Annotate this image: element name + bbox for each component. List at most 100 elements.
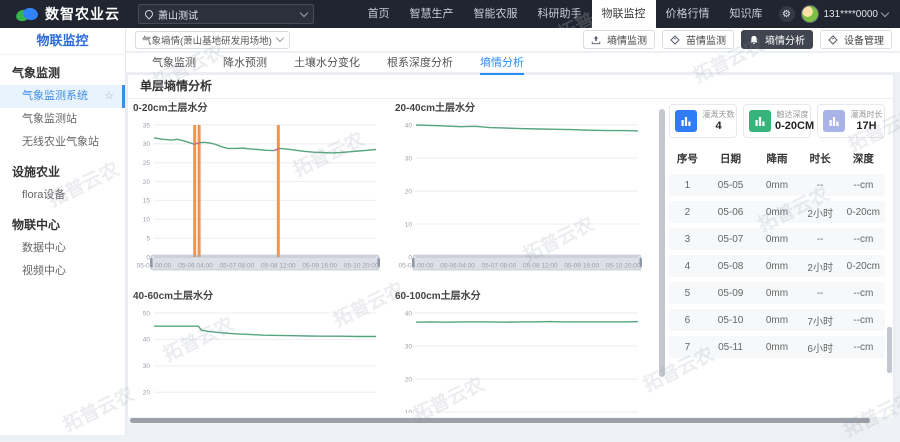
svg-text:10: 10: [405, 409, 413, 413]
stat-label: 触达深度: [775, 110, 810, 120]
table-row[interactable]: 405-080mm2小时0-20cm: [669, 255, 885, 277]
stat-label: 灌溉天数: [701, 110, 736, 120]
avatar[interactable]: [801, 5, 819, 23]
bar-chart-icon: [675, 110, 697, 132]
svg-text:15: 15: [143, 198, 151, 205]
content-panel: 单层墒情分析 0-20cm土层水分0510152025303505-05 00:…: [128, 75, 893, 417]
toolbar-button-label: 墒情分析: [765, 32, 805, 47]
horizontal-scrollbar[interactable]: [128, 417, 893, 424]
tab[interactable]: 根系深度分析: [387, 54, 453, 73]
svg-text:40: 40: [405, 310, 413, 317]
sidebar-item[interactable]: flora设备: [0, 184, 125, 207]
table-cell: 7: [669, 342, 706, 353]
nav-item[interactable]: 科研助手: [528, 0, 592, 28]
sidebar-section-header[interactable]: 气象监测: [0, 55, 125, 85]
tab[interactable]: 土壤水分变化: [294, 54, 360, 73]
irrigation-table: 序号日期降雨时长深度 105-050mm----cm 205-060mm2小时0-…: [669, 147, 885, 358]
table-cell: 1: [669, 180, 706, 191]
table-cell: 3: [669, 234, 706, 245]
svg-text:5: 5: [146, 235, 150, 242]
table-row[interactable]: 305-070mm----cm: [669, 228, 885, 250]
nav-item[interactable]: 智能农服: [464, 0, 528, 28]
app-logo: 数智农业云: [16, 4, 120, 24]
svg-text:05-09 16:00: 05-09 16:00: [302, 263, 337, 270]
sidebar-item[interactable]: 气象监测系统☆: [0, 85, 125, 108]
svg-text:05-08 12:00: 05-08 12:00: [261, 263, 296, 270]
device-select[interactable]: 气象墒情(萧山基地研发用场地): [135, 31, 290, 49]
table-cell: 05-07: [706, 234, 756, 245]
toolbar-button[interactable]: 墒情分析: [741, 30, 813, 49]
table-cell: 0mm: [755, 180, 798, 191]
table-cell: 0mm: [755, 234, 798, 245]
table-cell: --cm: [842, 342, 885, 353]
table-header-cell: 日期: [706, 151, 756, 166]
nav-item[interactable]: 首页: [358, 0, 400, 28]
sidebar-section-header[interactable]: 设施农业: [0, 154, 125, 184]
table-row[interactable]: 205-060mm2小时0-20cm: [669, 201, 885, 223]
chart-60-100cm[interactable]: 60-100cm土层水分01020304005-05 00:0005-06 04…: [390, 287, 652, 413]
table-cell: 05-09: [706, 288, 756, 299]
svg-text:40: 40: [143, 337, 151, 344]
tab[interactable]: 墒情分析: [480, 54, 524, 75]
nav-item[interactable]: 知识库: [720, 0, 773, 28]
svg-text:40-60cm土层水分: 40-60cm土层水分: [133, 289, 213, 302]
svg-text:05-07 08:00: 05-07 08:00: [220, 263, 255, 270]
table-header-row: 序号日期降雨时长深度: [669, 147, 885, 169]
sidebar-item[interactable]: 视频中心: [0, 260, 125, 283]
chart-0-20cm[interactable]: 0-20cm土层水分0510152025303505-05 00:0005-06…: [128, 99, 390, 287]
sidebar-item[interactable]: 无线农业气象站: [0, 131, 125, 154]
tab[interactable]: 气象监测: [152, 54, 196, 73]
nav-item[interactable]: 价格行情: [656, 0, 720, 28]
chart-40-60cm[interactable]: 40-60cm土层水分0102030405005-05 00:0005-06 0…: [128, 287, 390, 413]
svg-text:05-10 20:00: 05-10 20:00: [606, 263, 641, 270]
svg-text:40: 40: [405, 122, 413, 129]
table-row[interactable]: 705-110mm6小时--cm: [669, 336, 885, 358]
table-cell: 0mm: [755, 315, 798, 326]
table-cell: 0mm: [755, 342, 798, 353]
nav-item[interactable]: 智慧生产: [400, 0, 464, 28]
table-row[interactable]: 105-050mm----cm: [669, 174, 885, 196]
toolbar-button[interactable]: 设备管理: [820, 30, 892, 49]
table-cell: --cm: [842, 315, 885, 326]
table-cell: 05-10: [706, 315, 756, 326]
sidebar-item[interactable]: 数据中心: [0, 237, 125, 260]
tag-icon: [828, 35, 841, 45]
svg-text:20-40cm土层水分: 20-40cm土层水分: [395, 101, 475, 114]
nav-item[interactable]: 物联监控: [592, 0, 656, 28]
table-cell: 05-11: [706, 342, 756, 353]
stat-value: 4: [701, 120, 736, 133]
stat-card: 灌溉时长17H: [817, 104, 885, 138]
table-row[interactable]: 505-090mm----cm: [669, 282, 885, 304]
bell-icon: [749, 35, 762, 45]
charts-vertical-scrollbar[interactable]: [658, 99, 667, 417]
table-row[interactable]: 605-100mm7小时--cm: [669, 309, 885, 331]
toolbar-button[interactable]: 墒情监测: [583, 30, 655, 49]
svg-text:10: 10: [143, 217, 151, 224]
bar-chart-icon: [749, 110, 771, 132]
upload-icon: [591, 35, 604, 45]
sidebar-item[interactable]: 气象监测站: [0, 108, 125, 131]
sidebar-section-header[interactable]: 物联中心: [0, 207, 125, 237]
table-header-cell: 序号: [669, 151, 706, 166]
svg-text:05-05 00:00: 05-05 00:00: [137, 263, 172, 270]
svg-text:20: 20: [405, 188, 413, 195]
location-select[interactable]: 萧山测试: [138, 4, 314, 24]
gear-icon[interactable]: ⚙: [779, 6, 795, 22]
toolbar-button[interactable]: 苗情监测: [662, 30, 734, 49]
toolbar-button-label: 墒情监测: [607, 32, 647, 47]
table-header-cell: 时长: [799, 151, 842, 166]
stat-label: 灌溉时长: [849, 110, 884, 120]
table-cell: --cm: [842, 288, 885, 299]
table-cell: --cm: [842, 234, 885, 245]
device-select-value: 气象墒情(萧山基地研发用场地): [142, 33, 272, 47]
chevron-down-icon: [276, 34, 284, 42]
table-cell: 2: [669, 207, 706, 218]
chevron-down-icon[interactable]: [881, 8, 889, 16]
panel-vertical-scrollbar[interactable]: [887, 327, 892, 373]
star-icon[interactable]: ☆: [104, 85, 114, 108]
chart-20-40cm[interactable]: 20-40cm土层水分01020304005-05 00:0005-06 04:…: [390, 99, 652, 287]
svg-text:05-06 04:00: 05-06 04:00: [178, 263, 213, 270]
tab[interactable]: 降水预测: [223, 54, 267, 73]
stat-card: 灌溉天数4: [669, 104, 737, 138]
top-navbar: 数智农业云 萧山测试 首页智慧生产智能农服科研助手物联监控价格行情知识库 ⚙ 1…: [0, 0, 900, 28]
